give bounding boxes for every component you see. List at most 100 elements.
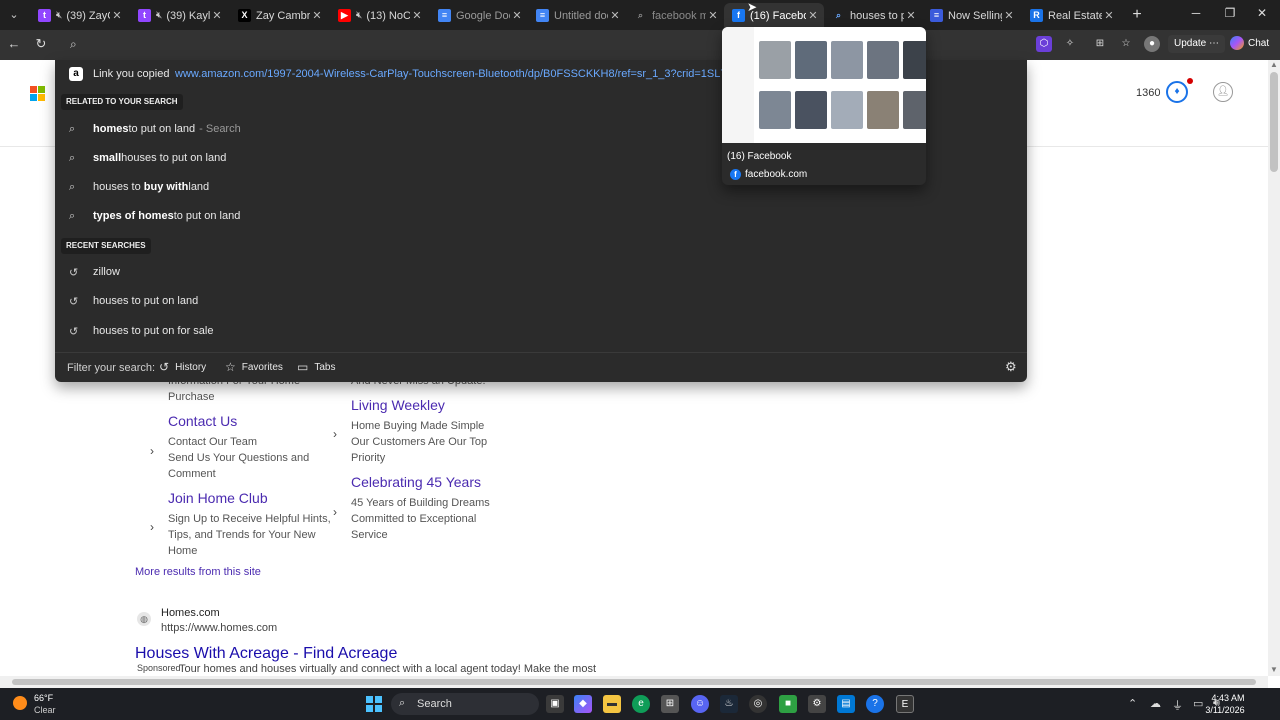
suggestion-item[interactable]: ⌕ small houses to put on land [69, 148, 226, 168]
clock-time[interactable]: 4:43 AM [1210, 693, 1246, 703]
speaker-muted-icon[interactable]: 🔇︎ [156, 10, 162, 21]
suggestion-item[interactable]: ⌕ types of homes to put on land [69, 206, 240, 226]
close-tab-icon[interactable]: ✕ [110, 9, 124, 22]
close-tab-icon[interactable]: ✕ [706, 9, 720, 22]
close-tab-icon[interactable]: ✕ [210, 9, 224, 22]
tab-houses-search[interactable]: ⌕ houses to put ✕ [824, 3, 922, 28]
vertical-scrollbar[interactable]: ▲ ▼ [1268, 60, 1280, 676]
scrollbar-thumb[interactable] [12, 679, 1256, 685]
tab-facebook-search[interactable]: ⌕ facebook mar ✕ [626, 3, 724, 28]
close-tab-icon[interactable]: ✕ [904, 9, 918, 22]
suggestion-item[interactable]: ⌕ houses to buy with land [69, 177, 209, 197]
sitelink-description: 45 Years of Building Dreams Committed to … [351, 497, 490, 541]
split-screen-icon[interactable]: ⊞ [1092, 36, 1108, 52]
close-tab-icon[interactable]: ✕ [410, 9, 424, 22]
tab-hover-preview: (16) Facebook f facebook.com [722, 27, 926, 185]
result-title-link[interactable]: Houses With Acreage - Find Acreage [135, 645, 397, 663]
settings-icon[interactable]: ⚙ [808, 695, 826, 713]
scroll-up-icon[interactable]: ▲ [1270, 60, 1278, 69]
result-snippet: Tour homes and houses virtually and conn… [179, 663, 597, 675]
filter-tabs-button[interactable]: ▭ Tabs [297, 360, 335, 374]
more-results-link[interactable]: More results from this site [135, 566, 261, 578]
edge-icon[interactable]: e [632, 695, 650, 713]
store-icon[interactable]: ⊞ [661, 695, 679, 713]
copilot-icon[interactable]: ◆ [574, 695, 592, 713]
file-explorer-icon[interactable]: ▬ [603, 695, 621, 713]
suggestion-item[interactable]: ⌕ homes to put on land - Search [69, 119, 241, 139]
chevron-right-icon[interactable]: › [150, 520, 154, 534]
app-window-icon[interactable]: ▤ [837, 695, 855, 713]
recent-search-item[interactable]: ↺ houses to put on land [69, 291, 198, 311]
windows-start-icon[interactable] [366, 696, 382, 712]
close-tab-icon[interactable]: ✕ [510, 9, 524, 22]
extensions-puzzle-icon[interactable]: ✧ [1062, 36, 1078, 52]
tab-youtube[interactable]: ▶ 🔇︎ (13) NoCa ✕ [330, 3, 428, 28]
help-icon[interactable]: ? [866, 695, 884, 713]
close-tab-icon[interactable]: ✕ [806, 9, 820, 22]
steam-icon[interactable]: ♨ [720, 695, 738, 713]
sitelink-join-home-club[interactable]: Join Home Club [168, 490, 268, 506]
chevron-up-icon[interactable]: ⌃ [1128, 697, 1137, 710]
speaker-muted-icon[interactable]: 🔇︎ [56, 10, 62, 21]
filter-history-button[interactable]: ↺ History [159, 360, 206, 374]
recent-search-item[interactable]: ↺ zillow [69, 262, 120, 282]
speaker-muted-icon[interactable]: 🔇︎ [356, 10, 362, 21]
tab-x[interactable]: X Zay Cambridge ✕ [230, 3, 328, 28]
task-view-icon[interactable]: ▣ [546, 695, 564, 713]
tab-google-docs[interactable]: ≡ Google Docs ✕ [430, 3, 528, 28]
new-tab-icon[interactable]: + [1130, 6, 1144, 24]
clock-date[interactable]: 3/11/2026 [1200, 705, 1250, 715]
scroll-down-icon[interactable]: ▼ [1270, 665, 1278, 674]
page-thumbnail [722, 27, 926, 143]
app-icon[interactable]: ◎ [749, 695, 767, 713]
tab-twitch-1[interactable]: t 🔇︎ (39) ZayCa ✕ [30, 3, 128, 28]
weather-icon[interactable] [13, 696, 27, 710]
site-url[interactable]: https://www.homes.com [161, 622, 277, 634]
tab-untitled-doc[interactable]: ≡ Untitled docu ✕ [528, 3, 626, 28]
close-tab-icon[interactable]: ✕ [1002, 9, 1016, 22]
tab-facebook[interactable]: f (16) Facebook ✕ [724, 3, 824, 28]
link-you-copied-label[interactable]: Link you copied [93, 68, 169, 80]
favorites-star-icon[interactable]: ☆ [1118, 36, 1134, 52]
sitelink-living-weekley[interactable]: Living Weekley [351, 397, 445, 413]
weather-temperature[interactable]: 66°F [34, 693, 53, 703]
sitelink-contact-us[interactable]: Contact Us [168, 413, 237, 429]
tab-now-selling[interactable]: ≡ Now Selling N ✕ [922, 3, 1020, 28]
close-tab-icon[interactable]: ✕ [608, 9, 622, 22]
chat-app-icon[interactable]: ■ [779, 695, 797, 713]
sitelink-celebrating-45-years[interactable]: Celebrating 45 Years [351, 474, 481, 490]
copilot-chat-button[interactable]: Chat [1230, 35, 1269, 53]
tab-twitch-2[interactable]: t 🔇︎ (39) Kayl7 ✕ [130, 3, 228, 28]
rewards-icon[interactable]: ♦ [1166, 81, 1188, 103]
recent-search-item[interactable]: ↺ houses to put on for sale [69, 321, 213, 341]
epic-games-icon[interactable]: E [896, 695, 914, 713]
filter-favorites-button[interactable]: ☆ Favorites [225, 360, 283, 374]
gear-icon[interactable]: ⚙ [1005, 359, 1017, 375]
restore-icon[interactable]: ❐ [1220, 6, 1240, 20]
discord-icon[interactable]: ☺ [691, 695, 709, 713]
back-icon[interactable]: ← [5, 36, 23, 51]
star-icon: ☆ [225, 360, 236, 374]
chevron-right-icon[interactable]: › [333, 505, 337, 519]
tab-real-estate[interactable]: R Real Estate & I ✕ [1022, 3, 1120, 28]
microsoft-logo-icon[interactable] [30, 86, 45, 101]
refresh-icon[interactable]: ↻ [32, 36, 50, 52]
horizontal-scrollbar[interactable] [0, 676, 1268, 688]
usb-icon[interactable]: ⏚ [1172, 697, 1183, 713]
tab-actions-chevron-icon[interactable]: ⌄ [6, 7, 22, 23]
user-profile-icon[interactable]: 👤︎ [1213, 82, 1233, 102]
taskbar-search[interactable]: ⌕ Search [391, 693, 539, 715]
chevron-right-icon[interactable]: › [150, 444, 154, 458]
cloud-icon[interactable]: ☁ [1150, 697, 1161, 710]
extension-icon[interactable]: ⬡ [1036, 36, 1052, 52]
update-button[interactable]: Update ⋯ [1168, 35, 1226, 53]
rewards-points[interactable]: 1360 [1136, 87, 1160, 99]
chevron-right-icon[interactable]: › [333, 427, 337, 441]
minimize-icon[interactable]: ─ [1186, 6, 1206, 20]
close-tab-icon[interactable]: ✕ [310, 9, 324, 22]
close-tab-icon[interactable]: ✕ [1102, 9, 1116, 22]
close-window-icon[interactable]: ✕ [1252, 6, 1272, 20]
profile-avatar[interactable]: ● [1144, 36, 1160, 52]
scrollbar-thumb[interactable] [1270, 72, 1278, 172]
amazon-icon: a [69, 67, 83, 81]
